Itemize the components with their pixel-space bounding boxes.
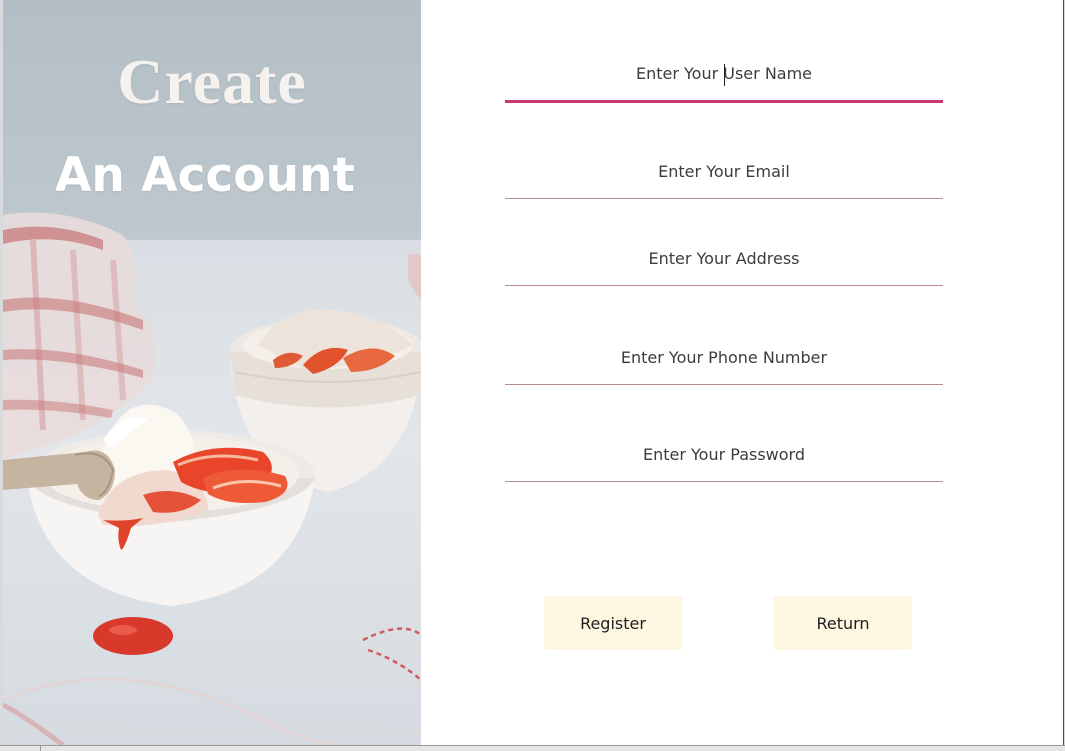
text-caret <box>724 64 725 86</box>
address-input[interactable] <box>505 243 943 273</box>
email-field <box>505 156 943 199</box>
window-bottom-divider <box>40 745 41 751</box>
phone-field <box>505 342 943 385</box>
address-underline <box>505 285 943 286</box>
app-window: Create An Account Register Return <box>0 0 1065 751</box>
phone-underline <box>505 384 943 385</box>
password-input[interactable] <box>505 439 943 469</box>
hero-title-an-account: An Account <box>55 148 355 203</box>
password-field <box>505 439 943 482</box>
sauce-drop <box>93 617 173 655</box>
address-field <box>505 243 943 286</box>
return-button[interactable]: Return <box>774 596 912 650</box>
registration-form: Register Return <box>421 0 1063 745</box>
phone-input[interactable] <box>505 342 943 372</box>
username-field <box>505 58 943 103</box>
hero-title-create: Create <box>117 46 307 117</box>
password-underline <box>505 481 943 482</box>
email-input[interactable] <box>505 156 943 186</box>
email-underline <box>505 198 943 199</box>
hero-panel: Create An Account <box>3 0 421 745</box>
window-border-bottom <box>0 745 1065 751</box>
window-border-right <box>1063 0 1064 751</box>
username-underline <box>505 100 943 103</box>
register-button[interactable]: Register <box>544 596 682 650</box>
